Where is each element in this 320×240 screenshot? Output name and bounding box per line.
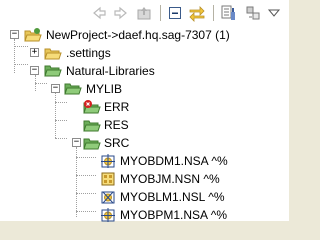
toolbar-separator — [160, 5, 161, 21]
project-icon — [24, 27, 42, 43]
src-folder-icon — [83, 135, 101, 151]
folder-icon — [44, 45, 62, 61]
navigator-view: − NewProject->daef.hq.sag-7307 (1) + .se… — [0, 0, 289, 224]
go-up-icon[interactable] — [135, 4, 153, 22]
back-icon[interactable] — [90, 4, 108, 22]
res-folder-icon — [83, 117, 101, 133]
filter-icon[interactable] — [220, 4, 238, 22]
view-toolbar — [0, 0, 289, 26]
tree-item-label: SRC — [104, 136, 130, 150]
tree-item-settings[interactable]: + .settings — [0, 44, 289, 62]
tree-item-natural-libraries[interactable]: − Natural-Libraries — [0, 62, 289, 80]
project-tree: − NewProject->daef.hq.sag-7307 (1) + .se… — [0, 26, 289, 224]
local-data-area-icon — [100, 189, 116, 205]
expand-toggle[interactable]: + — [30, 48, 39, 57]
collapse-toggle[interactable]: − — [51, 84, 60, 93]
tree-item-label: NewProject->daef.hq.sag-7307 (1) — [46, 28, 230, 42]
subprogram-icon — [100, 171, 116, 187]
tree-item-label: Natural-Libraries — [66, 64, 155, 78]
tree-item-myoblm1[interactable]: MYOBLM1.NSL ^% — [0, 188, 289, 206]
err-folder-icon — [83, 99, 101, 115]
collapse-toggle[interactable]: − — [72, 138, 81, 147]
tree-item-label: ERR — [104, 100, 130, 114]
tree-item-myobpm1[interactable]: MYOBPM1.NSA ^% — [0, 206, 289, 224]
tree-item-err[interactable]: ERR — [0, 98, 289, 116]
menu-tools-icon[interactable] — [244, 4, 262, 22]
tree-item-label: MYOBDM1.NSA ^% — [120, 154, 228, 168]
tree-item-label: MYLIB — [86, 82, 123, 96]
forward-icon[interactable] — [112, 4, 130, 22]
parameter-data-area-icon — [100, 207, 116, 223]
tree-item-label: .settings — [66, 46, 111, 60]
folder-open-icon — [44, 63, 62, 79]
tree-item-src[interactable]: − SRC — [0, 134, 289, 152]
tree-item-project[interactable]: − NewProject->daef.hq.sag-7307 (1) — [0, 26, 289, 44]
collapse-all-icon[interactable] — [166, 4, 184, 22]
data-area-icon — [100, 153, 116, 169]
tree-item-myobdm1[interactable]: MYOBDM1.NSA ^% — [0, 152, 289, 170]
collapse-toggle[interactable]: − — [10, 30, 19, 39]
tree-item-myobjm[interactable]: MYOBJM.NSN ^% — [0, 170, 289, 188]
toolbar-separator — [213, 5, 214, 21]
collapse-toggle[interactable]: − — [30, 66, 39, 75]
tree-item-mylib[interactable]: − MYLIB — [0, 80, 289, 98]
tree-item-label: MYOBPM1.NSA ^% — [120, 208, 227, 222]
tree-item-label: RES — [104, 118, 129, 132]
tree-item-res[interactable]: RES — [0, 116, 289, 134]
link-with-editor-icon[interactable] — [188, 4, 206, 22]
view-menu-icon[interactable] — [265, 4, 283, 22]
tree-item-label: MYOBLM1.NSL ^% — [120, 190, 225, 204]
library-folder-icon — [64, 81, 82, 97]
tree-item-label: MYOBJM.NSN ^% — [120, 172, 220, 186]
